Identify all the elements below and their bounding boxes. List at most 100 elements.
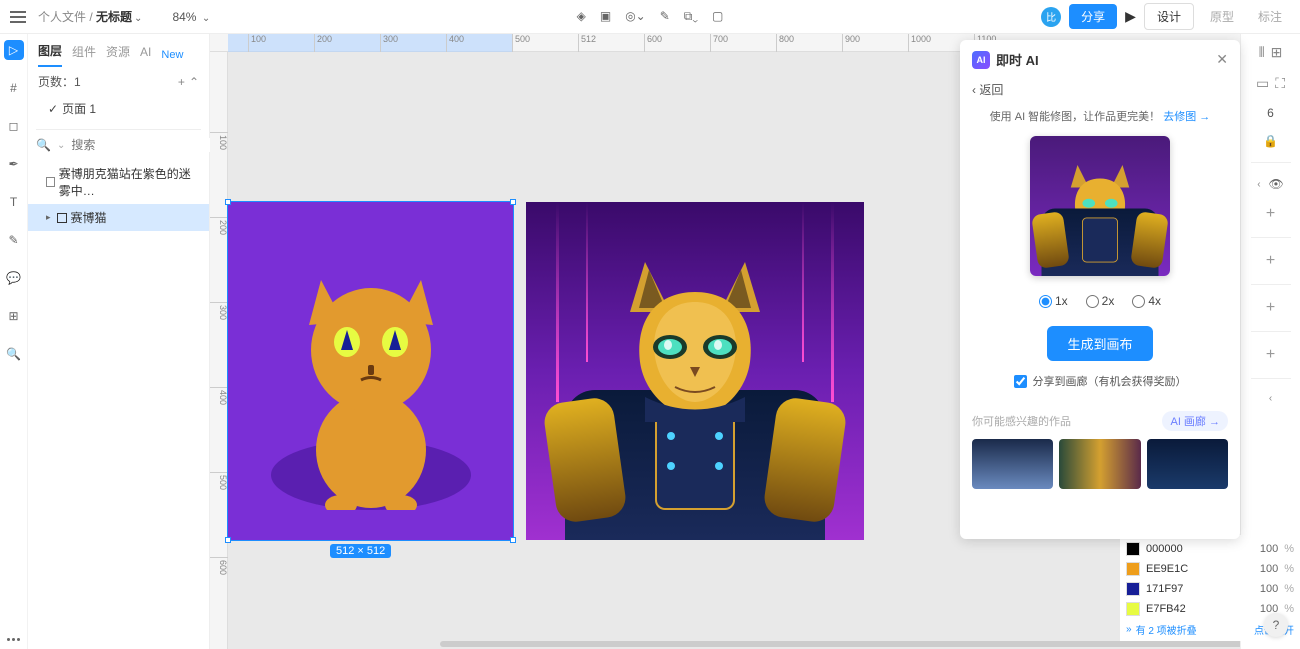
tab-components[interactable]: 组件 [72,43,96,66]
pages-label: 页数： [38,73,74,90]
add-icon[interactable]: + [1266,299,1275,317]
lock-icon[interactable]: 🔒 [1263,134,1278,148]
ai-hint-link[interactable]: 去修图 → [1163,111,1210,123]
canvas-tools: ◈ ▣ ◎⌄ ✎ ⧉⌄ ▢ [577,9,724,24]
pencil-tool[interactable]: ✎ [4,230,24,250]
circle-dropdown-icon[interactable]: ◎⌄ [625,9,646,24]
shape-tool[interactable]: ◻ [4,116,24,136]
menu-icon[interactable] [10,11,26,23]
page-item[interactable]: ✓页面 1 [28,96,209,121]
color-row[interactable]: 171F97 100% [1126,579,1294,599]
percent-icon: % [1284,543,1294,555]
tab-assets[interactable]: 资源 [106,43,130,66]
chevron-icon[interactable]: ‹ [1257,179,1260,190]
pen-tool[interactable]: ✒ [4,154,24,174]
search-tool[interactable]: 🔍 [4,344,24,364]
frame-icon [57,213,67,223]
check-icon: ✓ [48,102,58,116]
chevron-icon[interactable]: ‹ [1269,393,1272,404]
grid-icon[interactable]: ⊞ [1271,44,1283,61]
gallery-thumbnails [972,439,1228,489]
chevron-down-icon[interactable]: ⌄ [57,140,65,151]
selection-dimensions: 512 × 512 [330,544,391,558]
help-button[interactable]: ? [1264,613,1288,637]
color-hex: EE9E1C [1146,563,1242,575]
percent-icon: % [1284,583,1294,595]
layer-item[interactable]: 赛博朋克猫站在紫色的迷雾中… [28,160,209,204]
scale-selector: 1x 2x 4x [972,288,1228,314]
color-opacity: 100 [1248,543,1278,555]
user-badge[interactable]: 比 [1041,7,1061,27]
zoom-level[interactable]: 84% ⌄ [172,10,210,24]
layer-item-selected[interactable]: ▸ 赛博猫 [28,204,209,231]
scale-2x[interactable]: 2x [1086,294,1115,308]
edit-icon[interactable]: ✎ [660,9,670,24]
prototype-tab[interactable]: 原型 [1202,4,1242,29]
layer-search-input[interactable] [71,138,226,152]
color-opacity: 100 [1248,563,1278,575]
comment-tool[interactable]: 💬 [4,268,24,288]
breadcrumb-title[interactable]: 无标题 [96,10,132,24]
chevron-down-icon[interactable]: ⌄ [202,13,210,24]
eye-icon[interactable]: 👁 [1269,177,1284,191]
chevron-down-icon[interactable]: ⌄ [134,13,142,24]
color-swatch [1126,562,1140,576]
artboard-cybercat-render[interactable] [526,202,864,540]
color-opacity: 100 [1248,583,1278,595]
layout-icon[interactable]: ▭ [1256,75,1269,92]
color-hex: E7FB42 [1146,603,1242,615]
ai-panel: AI 即时 AI ✕ ‹ 返回 使用 AI 智能修图，让作品更完美！ 去修图 →… [960,40,1240,539]
gallery-link[interactable]: AI 画廊 → [1162,411,1228,431]
gallery-thumb[interactable] [972,439,1053,489]
color-row[interactable]: 000000100% [1126,539,1294,559]
plugin-tool[interactable]: ⊞ [4,306,24,326]
gallery-thumb[interactable] [1147,439,1228,489]
add-icon[interactable]: + [1266,252,1275,270]
back-button[interactable]: ‹ 返回 [972,77,1228,108]
color-swatch [1126,542,1140,556]
expand-arrow-icon[interactable]: » [1126,624,1132,635]
add-page-icon[interactable]: + [178,75,185,89]
collapse-pages-icon[interactable]: ⌃ [189,75,199,89]
twisty-icon[interactable]: ▸ [46,212,51,223]
tab-layers[interactable]: 图层 [38,42,62,67]
play-icon[interactable]: ▶ [1125,8,1136,25]
canvas-scrollbar[interactable] [440,641,1240,647]
color-row[interactable]: EE9E1C 100% [1126,559,1294,579]
add-icon[interactable]: + [1266,205,1275,223]
generate-button[interactable]: 生成到画布 [1047,326,1152,361]
scale-4x[interactable]: 4x [1132,294,1161,308]
new-badge: New [161,49,183,61]
ruler-vertical: 100200300400500600 [210,52,228,649]
tab-ai[interactable]: AI [140,45,151,65]
frame-icon [46,177,55,187]
more-icon[interactable] [4,629,24,649]
annotate-tab[interactable]: 标注 [1250,4,1290,29]
align-icon[interactable]: ⫴ [1259,44,1265,61]
share-gallery-checkbox[interactable] [1014,375,1027,388]
gallery-thumb[interactable] [1059,439,1140,489]
text-tool[interactable]: T [4,192,24,212]
share-button[interactable]: 分享 [1069,4,1117,29]
frame-icon[interactable]: ▣ [600,9,611,24]
share-gallery-label: 分享到画廊（有机会获得奖励） [1033,373,1187,389]
add-icon[interactable]: + [1266,346,1275,364]
colors-collapsed-label[interactable]: 有 2 项被折叠 [1136,622,1197,637]
diamond-icon[interactable]: ◈ [577,9,586,24]
copy-dropdown-icon[interactable]: ⧉⌄ [684,9,698,24]
ai-panel-title: 即时 AI [996,50,1039,69]
design-tab[interactable]: 设计 [1144,3,1194,30]
scale-1x[interactable]: 1x [1039,294,1068,308]
artboard-cybercat-simple[interactable] [228,202,513,540]
frame-tool[interactable]: # [4,78,24,98]
property-value: 6 [1267,106,1274,120]
move-tool[interactable]: ▷ [4,40,24,60]
color-swatch [1126,602,1140,616]
close-icon[interactable]: ✕ [1216,51,1228,68]
color-hex: 171F97 [1146,583,1242,595]
percent-icon: % [1284,563,1294,575]
gallery-label: 你可能感兴趣的作品 [972,413,1071,429]
fullscreen-icon[interactable]: ⛶ [1275,75,1285,92]
breadcrumb[interactable]: 个人文件 / 无标题⌄ [38,8,142,25]
presentation-icon[interactable]: ▢ [712,9,723,24]
